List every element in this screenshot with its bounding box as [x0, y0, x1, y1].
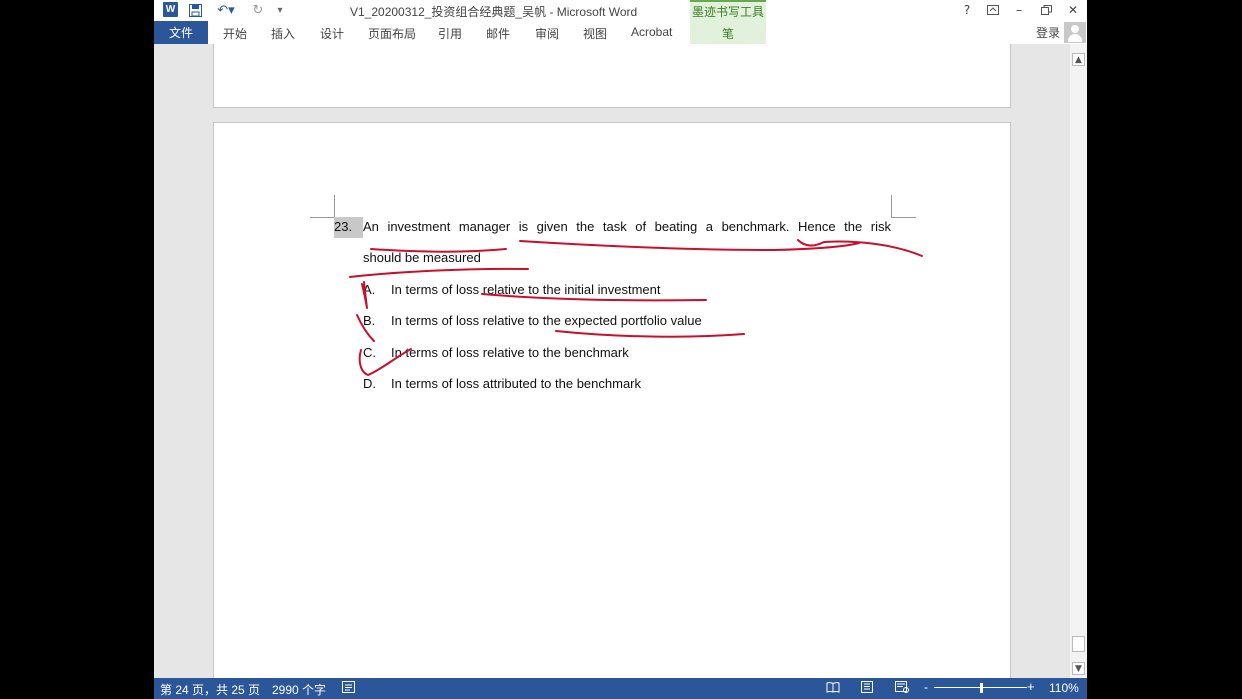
print-layout-icon[interactable]	[860, 681, 874, 696]
ink-underline-investment-manager	[370, 248, 507, 253]
redo-icon[interactable]: ↻	[250, 1, 266, 19]
read-mode-icon[interactable]	[826, 681, 840, 696]
word-count[interactable]: 2990 个字	[272, 681, 326, 698]
minimize-button[interactable]: –	[1009, 2, 1029, 18]
help-button[interactable]: ?	[957, 2, 977, 18]
tab-view[interactable]: 视图	[583, 25, 607, 42]
web-layout-icon[interactable]	[895, 681, 909, 696]
tab-acrobat[interactable]: Acrobat	[631, 25, 672, 39]
ink-check-b	[356, 314, 375, 342]
tab-references[interactable]: 引用	[438, 25, 462, 42]
tab-pen[interactable]: 笔	[690, 25, 766, 42]
customize-qat-icon[interactable]: ▾	[274, 1, 286, 19]
ink-tools-label: 墨迹书写工具	[691, 5, 764, 19]
tab-design[interactable]: 设计	[320, 25, 344, 42]
word-window: W ↶▾ ↻ ▾ V1_20200312_投资组合经典题_吴帆 - Micros…	[154, 0, 1087, 699]
window-title: V1_20200312_投资组合经典题_吴帆 - Microsoft Word	[350, 5, 638, 19]
save-icon[interactable]	[186, 1, 204, 19]
document-area[interactable]: 23. An investment manager is given the t…	[154, 44, 1070, 678]
scroll-thumb[interactable]	[1072, 636, 1085, 652]
zoom-out-button[interactable]: -	[924, 680, 928, 694]
word-app-icon[interactable]: W	[163, 2, 178, 17]
tab-home[interactable]: 开始	[223, 25, 247, 42]
close-button[interactable]: ✕	[1063, 2, 1083, 18]
zoom-level[interactable]: 110%	[1049, 681, 1079, 695]
scroll-down-icon[interactable]: ▼	[1072, 662, 1085, 675]
ink-underline-should-be-measured	[349, 267, 529, 278]
vertical-scrollbar[interactable]: ▲ ▼	[1070, 44, 1087, 678]
zoom-in-button[interactable]: +	[1027, 679, 1035, 694]
sign-in-link[interactable]: 登录	[1036, 24, 1060, 41]
tab-file[interactable]: 文件	[154, 21, 208, 44]
tab-mailings[interactable]: 邮件	[486, 25, 510, 42]
ink-check-c	[358, 348, 412, 376]
ink-annotations	[349, 239, 923, 376]
status-bar: 第 24 页，共 25 页 2990 个字 - + 110%	[154, 678, 1087, 699]
ink-underline-option-b	[555, 330, 745, 338]
user-avatar-icon[interactable]	[1064, 22, 1086, 43]
title-bar: W ↶▾ ↻ ▾ V1_20200312_投资组合经典题_吴帆 - Micros…	[154, 0, 1087, 21]
ink-tools-group: 墨迹书写工具 笔	[690, 0, 766, 44]
tab-review[interactable]: 审阅	[535, 25, 559, 42]
ribbon-display-options-icon[interactable]	[983, 2, 1003, 18]
ink-tools-accent-bar	[690, 0, 766, 2]
zoom-slider-knob[interactable]	[980, 683, 983, 693]
ink-underline-option-a	[481, 293, 707, 302]
proofing-icon[interactable]	[342, 681, 355, 696]
tab-page-layout[interactable]: 页面布局	[368, 25, 416, 42]
ribbon-tabs: 开始 插入 设计 页面布局 引用 邮件 审阅 视图 Acrobat	[154, 21, 1087, 44]
page-count[interactable]: 第 24 页，共 25 页	[160, 681, 260, 698]
undo-icon[interactable]: ↶▾	[214, 1, 238, 19]
tab-insert[interactable]: 插入	[271, 25, 295, 42]
ink-check-a	[361, 281, 368, 309]
scroll-up-icon[interactable]: ▲	[1072, 53, 1085, 66]
restore-icon[interactable]	[1036, 2, 1056, 18]
